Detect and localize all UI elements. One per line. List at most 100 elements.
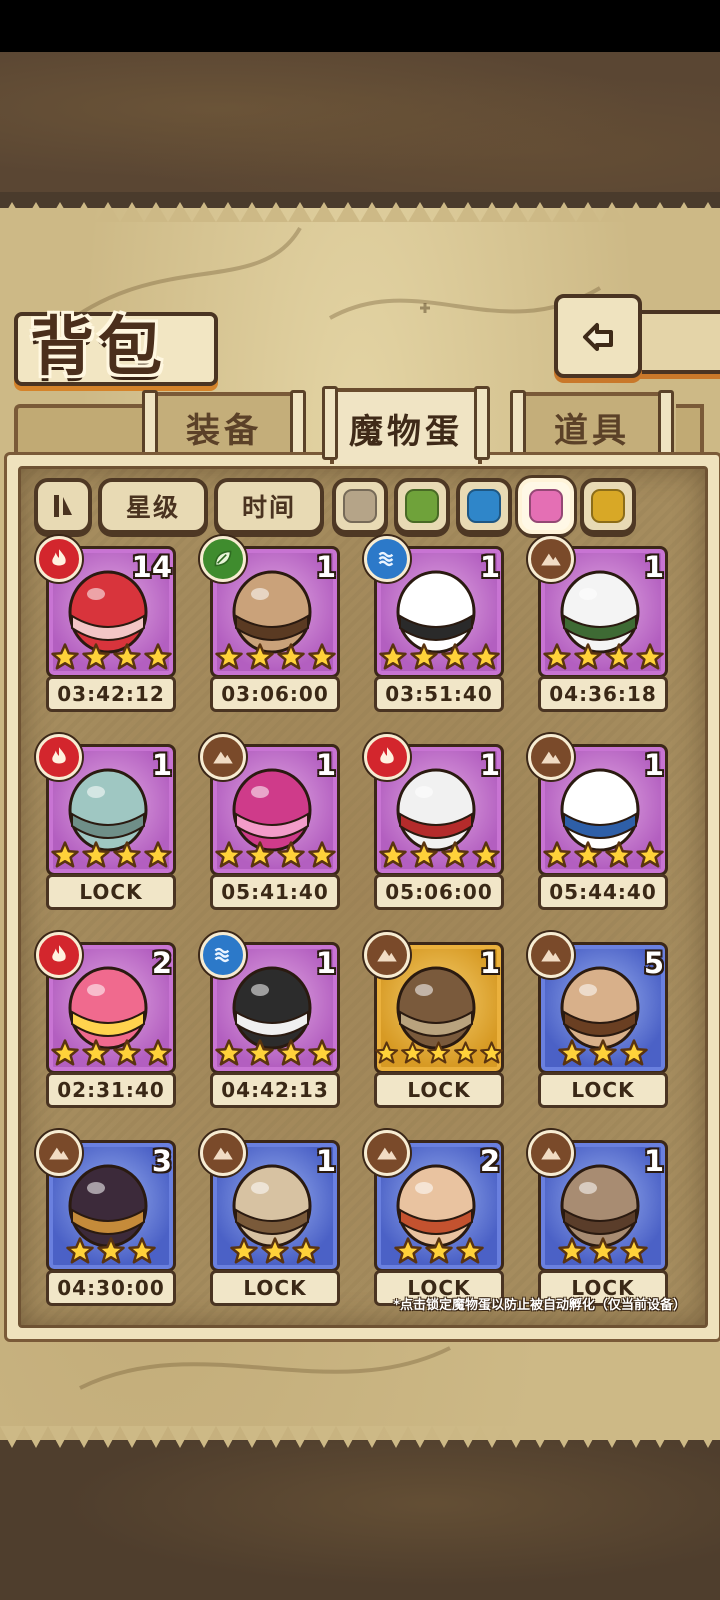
monster-egg-slot[interactable]: 1 LOCK — [36, 734, 184, 910]
star-icon — [307, 841, 336, 868]
tab-post — [322, 386, 338, 460]
egg-hatch-timer: 03:42:12 — [46, 676, 176, 712]
star-icon — [635, 643, 664, 670]
egg-count: 1 — [643, 748, 664, 782]
star-icon — [276, 1039, 305, 1066]
monster-egg-slot[interactable]: 5 LOCK — [528, 932, 676, 1108]
egg-hatch-timer: 05:06:00 — [374, 874, 504, 910]
star-icon — [375, 1041, 399, 1064]
color-filter-swatch[interactable] — [518, 478, 574, 534]
egg-hatch-timer: 05:41:40 — [210, 874, 340, 910]
earth-element-icon — [364, 1130, 410, 1176]
star-icon — [573, 841, 602, 868]
monster-egg-slot[interactable]: 14 03:42:12 — [36, 536, 184, 712]
star-icon — [604, 841, 633, 868]
egg-count: 2 — [151, 946, 172, 980]
status-bar — [0, 0, 720, 52]
egg-count: 1 — [479, 946, 500, 980]
monster-egg-slot[interactable]: 1 05:44:40 — [528, 734, 676, 910]
swatch-color-chip — [343, 489, 377, 523]
star-icon — [620, 1039, 648, 1066]
egg-count: 1 — [479, 550, 500, 584]
star-icon — [97, 1237, 125, 1264]
star-icon — [425, 1237, 453, 1264]
star-icon — [558, 1039, 586, 1066]
monster-egg-slot[interactable]: 1 03:06:00 — [200, 536, 348, 712]
star-icon — [230, 1237, 258, 1264]
color-filter-swatch[interactable] — [580, 478, 636, 534]
fire-element-icon — [364, 734, 410, 780]
earth-element-icon — [200, 734, 246, 780]
tab-items[interactable]: 道具 — [510, 390, 674, 464]
star-icon — [143, 841, 172, 868]
star-icon — [307, 643, 336, 670]
star-icon — [112, 643, 141, 670]
tab-monster-eggs-label: 魔物蛋 — [349, 411, 463, 452]
sort-toggle-icon — [54, 495, 72, 517]
star-icon — [401, 1041, 425, 1064]
sort-by-star-button[interactable]: 星级 — [98, 478, 208, 534]
star-icon — [604, 643, 633, 670]
sort-toggle-button[interactable] — [34, 478, 92, 534]
tab-items-label: 道具 — [554, 410, 630, 451]
tab-equipment-label: 装备 — [186, 410, 262, 451]
star-icon — [409, 643, 438, 670]
star-icon — [112, 1039, 141, 1066]
earth-element-icon — [528, 536, 574, 582]
color-filter-swatch[interactable] — [456, 478, 512, 534]
monster-egg-slot[interactable]: 1 LOCK — [364, 932, 512, 1108]
monster-egg-slot[interactable]: 2 LOCK — [364, 1130, 512, 1306]
swatch-color-chip — [405, 489, 439, 523]
star-rating — [46, 642, 176, 676]
star-icon — [214, 841, 243, 868]
star-icon — [276, 643, 305, 670]
egg-count: 5 — [643, 946, 664, 980]
monster-egg-slot[interactable]: 2 02:31:40 — [36, 932, 184, 1108]
star-icon — [292, 1237, 320, 1264]
tab-post — [474, 386, 490, 460]
star-icon — [143, 1039, 172, 1066]
monster-egg-slot[interactable]: 1 04:36:18 — [528, 536, 676, 712]
star-icon — [214, 1039, 243, 1066]
monster-egg-slot[interactable]: 3 04:30:00 — [36, 1130, 184, 1306]
monster-egg-slot[interactable]: 1 03:51:40 — [364, 536, 512, 712]
star-icon — [589, 1237, 617, 1264]
sort-by-time-button[interactable]: 时间 — [214, 478, 324, 534]
egg-count: 1 — [315, 550, 336, 584]
tab-monster-eggs[interactable]: 魔物蛋 — [322, 386, 490, 464]
color-filter-swatch[interactable] — [394, 478, 450, 534]
swatch-color-chip — [591, 489, 625, 523]
back-button[interactable] — [554, 294, 642, 378]
parchment-edge-bottom — [0, 1426, 720, 1448]
monster-egg-slot[interactable]: 1 LOCK — [528, 1130, 676, 1306]
star-icon — [112, 841, 141, 868]
map-background-bottom — [0, 1440, 720, 1600]
star-icon — [542, 841, 571, 868]
monster-egg-slot[interactable]: 1 04:42:13 — [200, 932, 348, 1108]
star-icon — [245, 1039, 274, 1066]
back-arrow-icon — [583, 323, 613, 351]
egg-lock-label: LOCK — [46, 874, 176, 910]
fire-element-icon — [36, 932, 82, 978]
star-rating — [46, 1236, 176, 1270]
star-rating — [46, 840, 176, 874]
monster-egg-slot[interactable]: 1 05:41:40 — [200, 734, 348, 910]
egg-lock-label: LOCK — [538, 1072, 668, 1108]
star-icon — [81, 1039, 110, 1066]
egg-count: 1 — [315, 748, 336, 782]
egg-count: 2 — [479, 1144, 500, 1178]
parchment-edge-top — [0, 202, 720, 222]
star-rating — [210, 840, 340, 874]
page-title: 背包 — [30, 311, 166, 385]
star-rating — [538, 1236, 668, 1270]
star-icon — [409, 841, 438, 868]
star-icon — [635, 841, 664, 868]
color-filter-swatch[interactable] — [332, 478, 388, 534]
fire-element-icon — [36, 734, 82, 780]
star-icon — [558, 1237, 586, 1264]
monster-egg-slot[interactable]: 1 05:06:00 — [364, 734, 512, 910]
star-icon — [471, 841, 500, 868]
lock-footnote: *点击锁定魔物蛋以防止被自动孵化（仅当前设备） — [393, 1298, 686, 1313]
tab-equipment[interactable]: 装备 — [142, 390, 306, 464]
monster-egg-slot[interactable]: 1 LOCK — [200, 1130, 348, 1306]
